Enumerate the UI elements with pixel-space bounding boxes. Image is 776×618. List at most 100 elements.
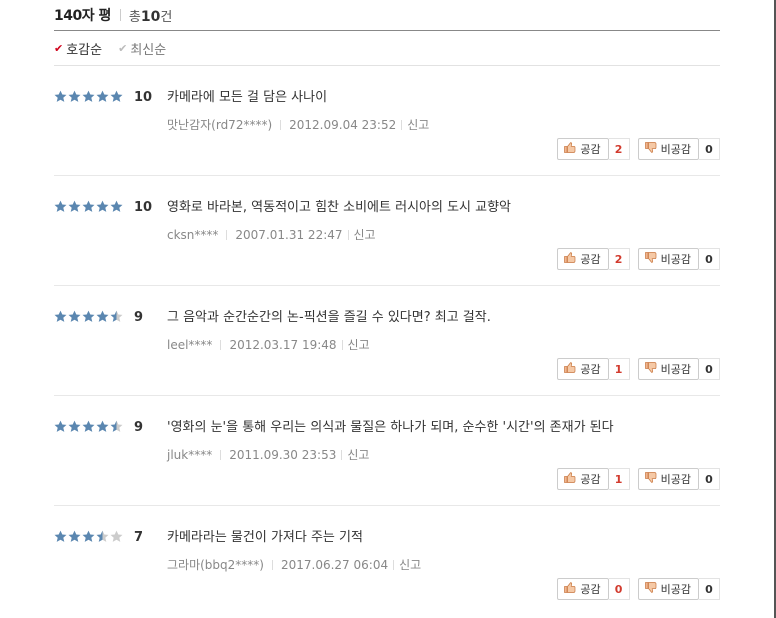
sort-label: 호감순 [66,42,103,58]
thumbs-down-icon [644,142,661,156]
star-icon [110,310,123,322]
dislike-label: 비공감 [660,583,691,596]
sort-option-latest[interactable]: ✔ 최신순 [118,39,166,58]
like-count: 2 [608,248,630,270]
like-label: 공감 [580,363,601,376]
star-rating [54,310,124,323]
dislike-button[interactable]: 비공감 0 [637,358,720,380]
review-item: 10 영화로 바라본, 역동적이고 힘찬 소비에트 러시아의 도시 교향악 ck… [54,176,720,286]
review-user: jluk**** [167,448,213,462]
review-item: 9 '영화의 눈'을 통해 우리는 의식과 물질은 하나가 되며, 순수한 '시… [54,396,720,506]
review-score: 9 [134,420,144,435]
star-icon [82,530,95,542]
thumbs-up-icon [564,362,580,376]
meta-divider [341,450,343,460]
meta-divider [220,450,222,460]
header-divider [119,9,121,21]
thumbs-up-icon [564,252,580,266]
sort-bar: ✔ 호감순 ✔ 최신순 [54,31,720,66]
meta-divider [393,560,395,570]
star-rating [54,530,124,543]
review-user: 그라마(bbq2****) [167,558,264,572]
review-date: 2012.03.17 19:48 [229,338,337,352]
vote-buttons: 공감 1 비공감 0 [549,468,720,490]
thumbs-up-icon [564,472,580,486]
review-score: 10 [134,90,153,105]
like-count: 2 [608,138,630,160]
like-button[interactable]: 공감 2 [557,138,630,160]
review-score: 9 [134,310,144,325]
review-user: leel**** [167,338,213,352]
star-icon [54,310,67,322]
like-button[interactable]: 공감 0 [557,578,630,600]
like-button[interactable]: 공감 1 [557,358,630,380]
review-text: 카메라에 모든 걸 담은 사나이 [167,90,328,105]
star-icon [68,200,81,212]
dislike-count: 0 [699,358,720,380]
meta-divider [347,230,349,240]
star-icon [54,90,67,102]
dislike-count: 0 [699,468,720,490]
dislike-label: 비공감 [660,473,691,486]
review-score: 10 [134,200,153,215]
review-meta: 맛난감자(rd72****) 2012.09.04 23:52 신고 [167,117,429,133]
dislike-count: 0 [699,578,720,600]
meta-divider [226,230,228,240]
vote-buttons: 공감 2 비공감 0 [549,138,720,160]
thumbs-up-icon [564,142,580,156]
dislike-label: 비공감 [660,253,691,266]
thumbs-up-icon [564,582,580,596]
review-score: 7 [134,530,144,545]
dislike-button[interactable]: 비공감 0 [637,468,720,490]
review-date: 2011.09.30 23:53 [229,448,337,462]
star-icon [68,310,81,322]
sort-option-likes[interactable]: ✔ 호감순 [54,39,102,58]
report-link[interactable]: 신고 [407,117,429,133]
dislike-count: 0 [699,138,720,160]
star-icon [96,530,109,542]
star-icon [96,200,109,212]
review-text: 카메라라는 물건이 가져다 주는 기적 [167,530,363,545]
review-meta: leel**** 2012.03.17 19:48 신고 [167,337,370,353]
check-icon: ✔ [118,41,128,55]
star-icon [96,90,109,102]
star-icon [82,200,95,212]
like-button[interactable]: 공감 1 [557,468,630,490]
review-item: 10 카메라에 모든 걸 담은 사나이 맛난감자(rd72****) 2012.… [54,66,720,176]
dislike-label: 비공감 [660,363,691,376]
star-icon [54,420,67,432]
star-icon [82,310,95,322]
like-label: 공감 [580,473,601,486]
star-icon [96,310,109,322]
like-count: 1 [608,358,630,380]
like-button[interactable]: 공감 2 [557,248,630,270]
review-date: 2012.09.04 23:52 [289,118,397,132]
star-icon [82,90,95,102]
thumbs-down-icon [644,252,661,266]
star-rating [54,200,124,213]
star-icon [68,420,81,432]
thumbs-down-icon [644,582,661,596]
star-icon [68,530,81,542]
dislike-button[interactable]: 비공감 0 [637,578,720,600]
meta-divider [280,120,282,130]
review-user: 맛난감자(rd72****) [167,118,273,132]
dislike-button[interactable]: 비공감 0 [637,138,720,160]
like-count: 1 [608,468,630,490]
star-icon [110,200,123,212]
report-link[interactable]: 신고 [348,337,370,353]
dislike-button[interactable]: 비공감 0 [637,248,720,270]
meta-divider [271,560,273,570]
star-icon [96,420,109,432]
review-date: 2007.01.31 22:47 [235,228,343,242]
report-link[interactable]: 신고 [347,447,369,463]
section-title: 140자 평 [54,8,111,24]
report-link[interactable]: 신고 [354,227,376,243]
dislike-label: 비공감 [660,143,691,156]
vote-buttons: 공감 0 비공감 0 [549,578,720,600]
sort-label: 최신순 [130,42,167,58]
report-link[interactable]: 신고 [399,557,421,573]
like-label: 공감 [580,583,601,596]
meta-divider [220,340,222,350]
review-header: 140자 평 총10건 [54,0,720,31]
